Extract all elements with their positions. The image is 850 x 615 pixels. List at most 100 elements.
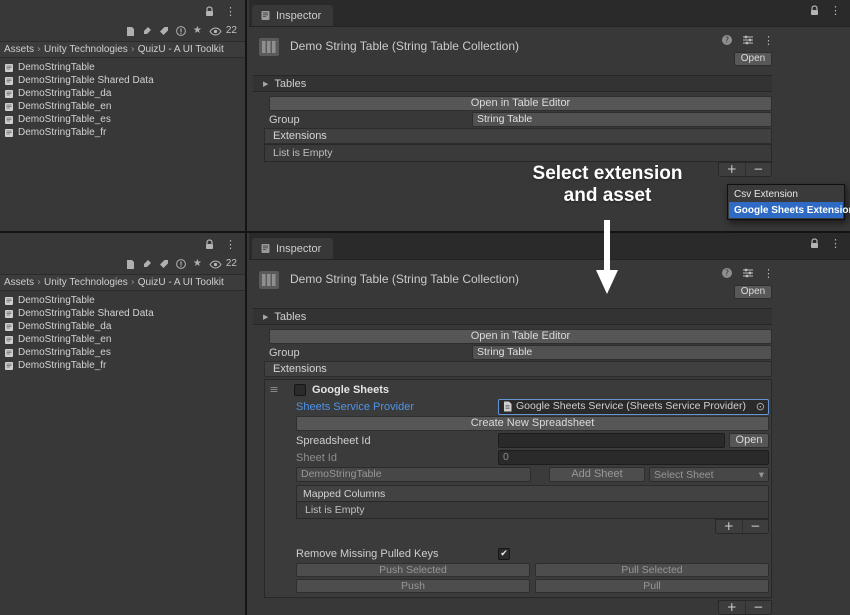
asset-name: DemoStringTable_fr — [18, 360, 106, 371]
asset-list-item[interactable]: DemoStringTable_da — [4, 87, 245, 100]
presets-icon[interactable] — [742, 35, 754, 45]
lock-icon[interactable] — [810, 5, 819, 16]
add-button[interactable]: + — [716, 520, 742, 533]
asset-list-item[interactable]: DemoStringTable_en — [4, 100, 245, 113]
edit-icon[interactable] — [142, 26, 152, 36]
project-window-bar: ⋮ — [0, 0, 245, 23]
lock-icon[interactable] — [205, 6, 214, 17]
add-remove-box: + − — [718, 162, 772, 177]
asset-name: DemoStringTable_en — [18, 101, 111, 112]
asset-list-item[interactable]: DemoStringTable Shared Data — [4, 307, 245, 320]
asset-list-item[interactable]: DemoStringTable — [4, 61, 245, 74]
sheet-id-row: Sheet Id 0 — [296, 450, 769, 465]
breadcrumb-assets[interactable]: Assets — [4, 44, 34, 55]
label-icon[interactable] — [159, 259, 169, 269]
visibility-icon[interactable] — [209, 27, 222, 36]
asset-list-item[interactable]: DemoStringTable — [4, 294, 245, 307]
window-menu-icon[interactable]: ⋮ — [225, 239, 236, 250]
remove-button[interactable]: − — [745, 163, 772, 176]
window-menu-icon[interactable]: ⋮ — [830, 5, 841, 16]
doc-icon[interactable] — [126, 26, 135, 37]
hidden-count: 22 — [226, 259, 237, 269]
window-menu-icon[interactable]: ⋮ — [225, 6, 236, 17]
breadcrumb-assets[interactable]: Assets — [4, 277, 34, 288]
annotation-line1: Select extension — [500, 163, 715, 185]
tab-inspector[interactable]: Inspector — [252, 238, 333, 259]
push-selected-button[interactable]: Push Selected — [296, 563, 530, 577]
context-menu-icon[interactable]: ⋮ — [763, 35, 774, 46]
dropdown-arrow-icon: ▾ — [759, 469, 764, 481]
open-in-table-editor-button[interactable]: Open in Table Editor — [269, 96, 772, 111]
window-menu-icon[interactable]: ⋮ — [830, 238, 841, 249]
remove-button[interactable]: − — [745, 601, 772, 614]
create-new-spreadsheet-button[interactable]: Create New Spreadsheet — [296, 416, 769, 431]
select-sheet-dropdown[interactable]: Select Sheet ▾ — [649, 467, 769, 482]
asset-list-item[interactable]: DemoStringTable_fr — [4, 359, 245, 372]
add-button[interactable]: + — [719, 163, 745, 176]
help-icon[interactable]: ? — [721, 34, 733, 46]
info-icon[interactable] — [176, 26, 186, 36]
remove-missing-checkbox[interactable]: ✔ — [498, 548, 510, 560]
inspector-header: Demo String Table (String Table Collecti… — [249, 27, 850, 69]
tab-inspector[interactable]: Inspector — [252, 5, 333, 26]
menu-item-csv-extension[interactable]: Csv Extension — [729, 186, 843, 202]
inspector-content: Open in Table Editor Group String Table … — [249, 325, 850, 615]
sheet-name-field[interactable]: DemoStringTable — [296, 467, 531, 482]
spreadsheet-open-button[interactable]: Open — [729, 433, 769, 448]
add-sheet-button[interactable]: Add Sheet — [549, 467, 645, 482]
info-icon[interactable] — [176, 259, 186, 269]
presets-icon[interactable] — [742, 268, 754, 278]
asset-list-item[interactable]: DemoStringTable_es — [4, 113, 245, 126]
drag-handle-icon[interactable]: ≡ — [267, 384, 281, 395]
tables-label: Tables — [274, 311, 306, 323]
asset-list-item[interactable]: DemoStringTable_es — [4, 346, 245, 359]
spreadsheet-id-label: Spreadsheet Id — [296, 435, 498, 447]
spreadsheet-id-field[interactable] — [498, 433, 725, 448]
lock-icon[interactable] — [205, 239, 214, 250]
breadcrumb-unity-technologies[interactable]: Unity Technologies — [44, 277, 128, 288]
visibility-icon[interactable] — [209, 260, 222, 269]
help-icon[interactable]: ? — [721, 267, 733, 279]
push-button[interactable]: Push — [296, 579, 530, 593]
svg-text:?: ? — [725, 36, 729, 45]
open-button[interactable]: Open — [734, 52, 772, 66]
open-button[interactable]: Open — [734, 285, 772, 299]
asset-list-item[interactable]: DemoStringTable_fr — [4, 126, 245, 139]
extensions-header: Extensions — [264, 361, 772, 377]
extension-context-menu: Csv Extension Google Sheets Extension — [727, 184, 845, 220]
breadcrumb-quizu[interactable]: QuizU - A UI Toolkit — [138, 44, 224, 55]
pull-selected-button[interactable]: Pull Selected — [535, 563, 769, 577]
group-field[interactable]: String Table — [472, 112, 772, 127]
favorite-icon[interactable]: ★ — [193, 259, 202, 269]
sheet-id-field[interactable]: 0 — [498, 450, 769, 465]
pull-button[interactable]: Pull — [535, 579, 769, 593]
asset-name: DemoStringTable — [18, 295, 95, 306]
context-menu-icon[interactable]: ⋮ — [763, 268, 774, 279]
lock-icon[interactable] — [810, 238, 819, 249]
inspector-icon — [260, 10, 271, 21]
menu-item-google-sheets-extension[interactable]: Google Sheets Extension — [729, 202, 843, 218]
add-button[interactable]: + — [719, 601, 745, 614]
object-picker-icon[interactable]: ⊙ — [756, 401, 765, 412]
breadcrumb-unity-technologies[interactable]: Unity Technologies — [44, 44, 128, 55]
doc-icon[interactable] — [126, 259, 135, 270]
remove-button[interactable]: − — [742, 520, 769, 533]
asset-list-item[interactable]: DemoStringTable Shared Data — [4, 74, 245, 87]
favorite-icon[interactable]: ★ — [193, 26, 202, 36]
string-table-asset-icon — [4, 322, 14, 332]
extension-enabled-checkbox[interactable] — [294, 384, 306, 396]
label-icon[interactable] — [159, 26, 169, 36]
sheets-service-provider-field[interactable]: Google Sheets Service (Sheets Service Pr… — [498, 399, 769, 415]
tables-foldout[interactable]: ▶ Tables — [253, 308, 772, 325]
bottom-screenshot-half: ⋮ ★ 22 Assets › Unity Technologies › Qui… — [0, 233, 850, 615]
open-in-table-editor-button[interactable]: Open in Table Editor — [269, 329, 772, 344]
tables-foldout[interactable]: ▶ Tables — [253, 75, 772, 92]
breadcrumb-quizu[interactable]: QuizU - A UI Toolkit — [138, 277, 224, 288]
edit-icon[interactable] — [142, 259, 152, 269]
google-sheets-body: Sheets Service Provider Google Sheets Se… — [267, 399, 769, 593]
mapped-columns-footer: + − — [296, 519, 769, 534]
asset-list-item[interactable]: DemoStringTable_da — [4, 320, 245, 333]
string-table-asset-icon — [4, 115, 14, 125]
group-field[interactable]: String Table — [472, 345, 772, 360]
asset-list-item[interactable]: DemoStringTable_en — [4, 333, 245, 346]
